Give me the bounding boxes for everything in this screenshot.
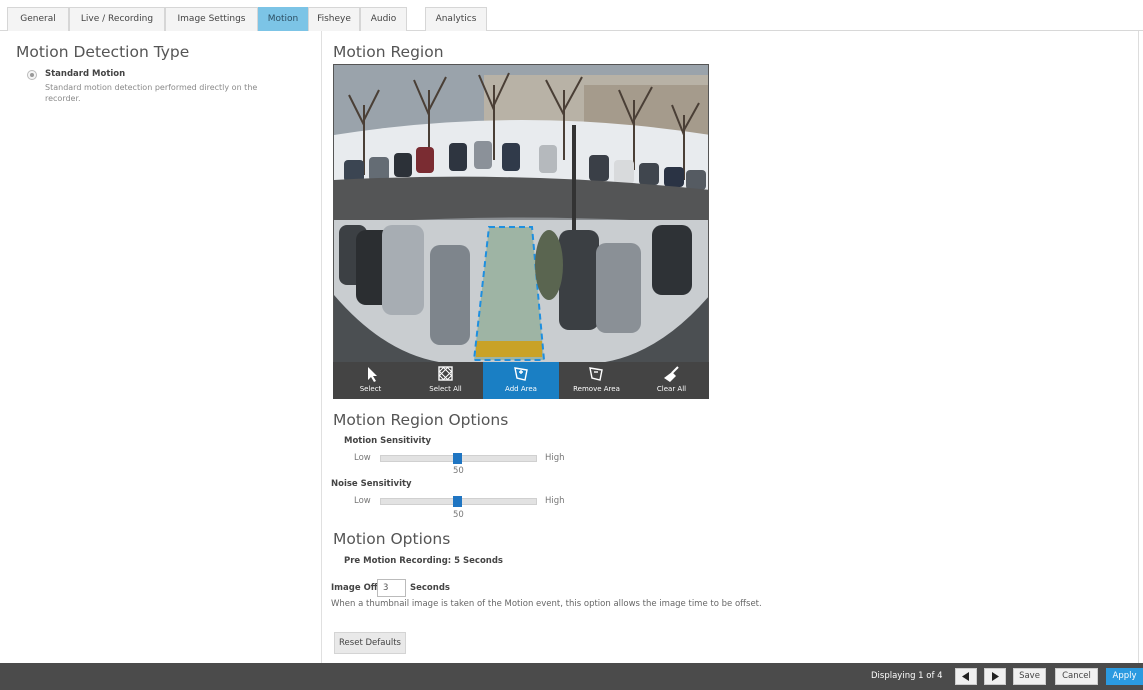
motion-sensitivity-label: Motion Sensitivity <box>344 436 432 446</box>
cancel-button[interactable]: Cancel <box>1055 668 1098 685</box>
remove-area-tool-button[interactable]: Remove Area <box>559 362 634 399</box>
tab-motion[interactable]: Motion <box>258 7 308 31</box>
motion-type-panel: Motion Detection Type Standard Motion St… <box>0 31 322 663</box>
remove-area-tool-label: Remove Area <box>573 385 620 393</box>
tab-bar: General Live / Recording Image Settings … <box>0 0 1143 31</box>
reset-defaults-button[interactable]: Reset Defaults <box>334 632 406 654</box>
select-all-icon <box>408 366 483 382</box>
noise-low-label: Low <box>354 496 371 506</box>
motion-sensitivity-thumb[interactable] <box>453 453 462 464</box>
add-area-tool-button[interactable]: Add Area <box>483 362 559 399</box>
footer-bar: Displaying 1 of 4 Save Cancel Apply <box>0 663 1143 690</box>
broom-icon <box>634 366 709 382</box>
camera-image <box>334 65 708 362</box>
clear-all-tool-label: Clear All <box>656 385 687 393</box>
noise-sensitivity-value: 50 <box>453 510 464 520</box>
add-area-tool-label: Add Area <box>505 385 537 393</box>
triangle-right-icon <box>992 672 999 681</box>
standard-motion-radio[interactable] <box>27 70 37 80</box>
noise-sensitivity-thumb[interactable] <box>453 496 462 507</box>
tab-fisheye[interactable]: Fisheye <box>308 7 360 31</box>
pagination-status: Displaying 1 of 4 <box>871 671 943 681</box>
image-offset-input[interactable]: 3 <box>377 579 406 597</box>
scrollbar[interactable] <box>1138 31 1143 663</box>
motion-low-label: Low <box>354 453 371 463</box>
next-button[interactable] <box>984 668 1006 685</box>
noise-high-label: High <box>545 496 565 506</box>
motion-region-heading: Motion Region <box>333 43 444 61</box>
tab-general[interactable]: General <box>7 7 69 31</box>
clear-all-tool-button[interactable]: Clear All <box>634 362 709 399</box>
remove-area-icon <box>559 366 634 382</box>
image-offset-description: When a thumbnail image is taken of the M… <box>331 599 762 609</box>
camera-preview[interactable] <box>333 64 709 363</box>
motion-region-options-heading: Motion Region Options <box>333 411 509 429</box>
select-tool-button[interactable]: Select <box>333 362 408 399</box>
select-all-tool-label: Select All <box>429 385 462 393</box>
standard-motion-label: Standard Motion <box>45 69 126 79</box>
save-button[interactable]: Save <box>1013 668 1046 685</box>
pre-motion-recording-text: Pre Motion Recording: 5 Seconds <box>344 556 503 566</box>
cursor-icon <box>333 366 408 382</box>
tab-audio[interactable]: Audio <box>360 7 407 31</box>
motion-options-heading: Motion Options <box>333 530 451 548</box>
previous-button[interactable] <box>955 668 977 685</box>
tab-image-settings[interactable]: Image Settings <box>165 7 258 31</box>
tab-analytics[interactable]: Analytics <box>425 7 487 31</box>
motion-sensitivity-value: 50 <box>453 466 464 476</box>
motion-detection-type-heading: Motion Detection Type <box>16 43 190 61</box>
region-toolbar: Select Select All Add Area Remove Area C… <box>333 362 709 399</box>
standard-motion-description: Standard motion detection performed dire… <box>45 83 258 103</box>
apply-button[interactable]: Apply <box>1106 668 1143 685</box>
triangle-left-icon <box>962 672 969 681</box>
add-area-icon <box>483 366 559 382</box>
select-tool-label: Select <box>359 385 382 393</box>
select-all-tool-button[interactable]: Select All <box>408 362 483 399</box>
tab-live-recording[interactable]: Live / Recording <box>69 7 165 31</box>
image-offset-unit: Seconds <box>410 583 450 593</box>
motion-high-label: High <box>545 453 565 463</box>
noise-sensitivity-label: Noise Sensitivity <box>331 479 412 489</box>
